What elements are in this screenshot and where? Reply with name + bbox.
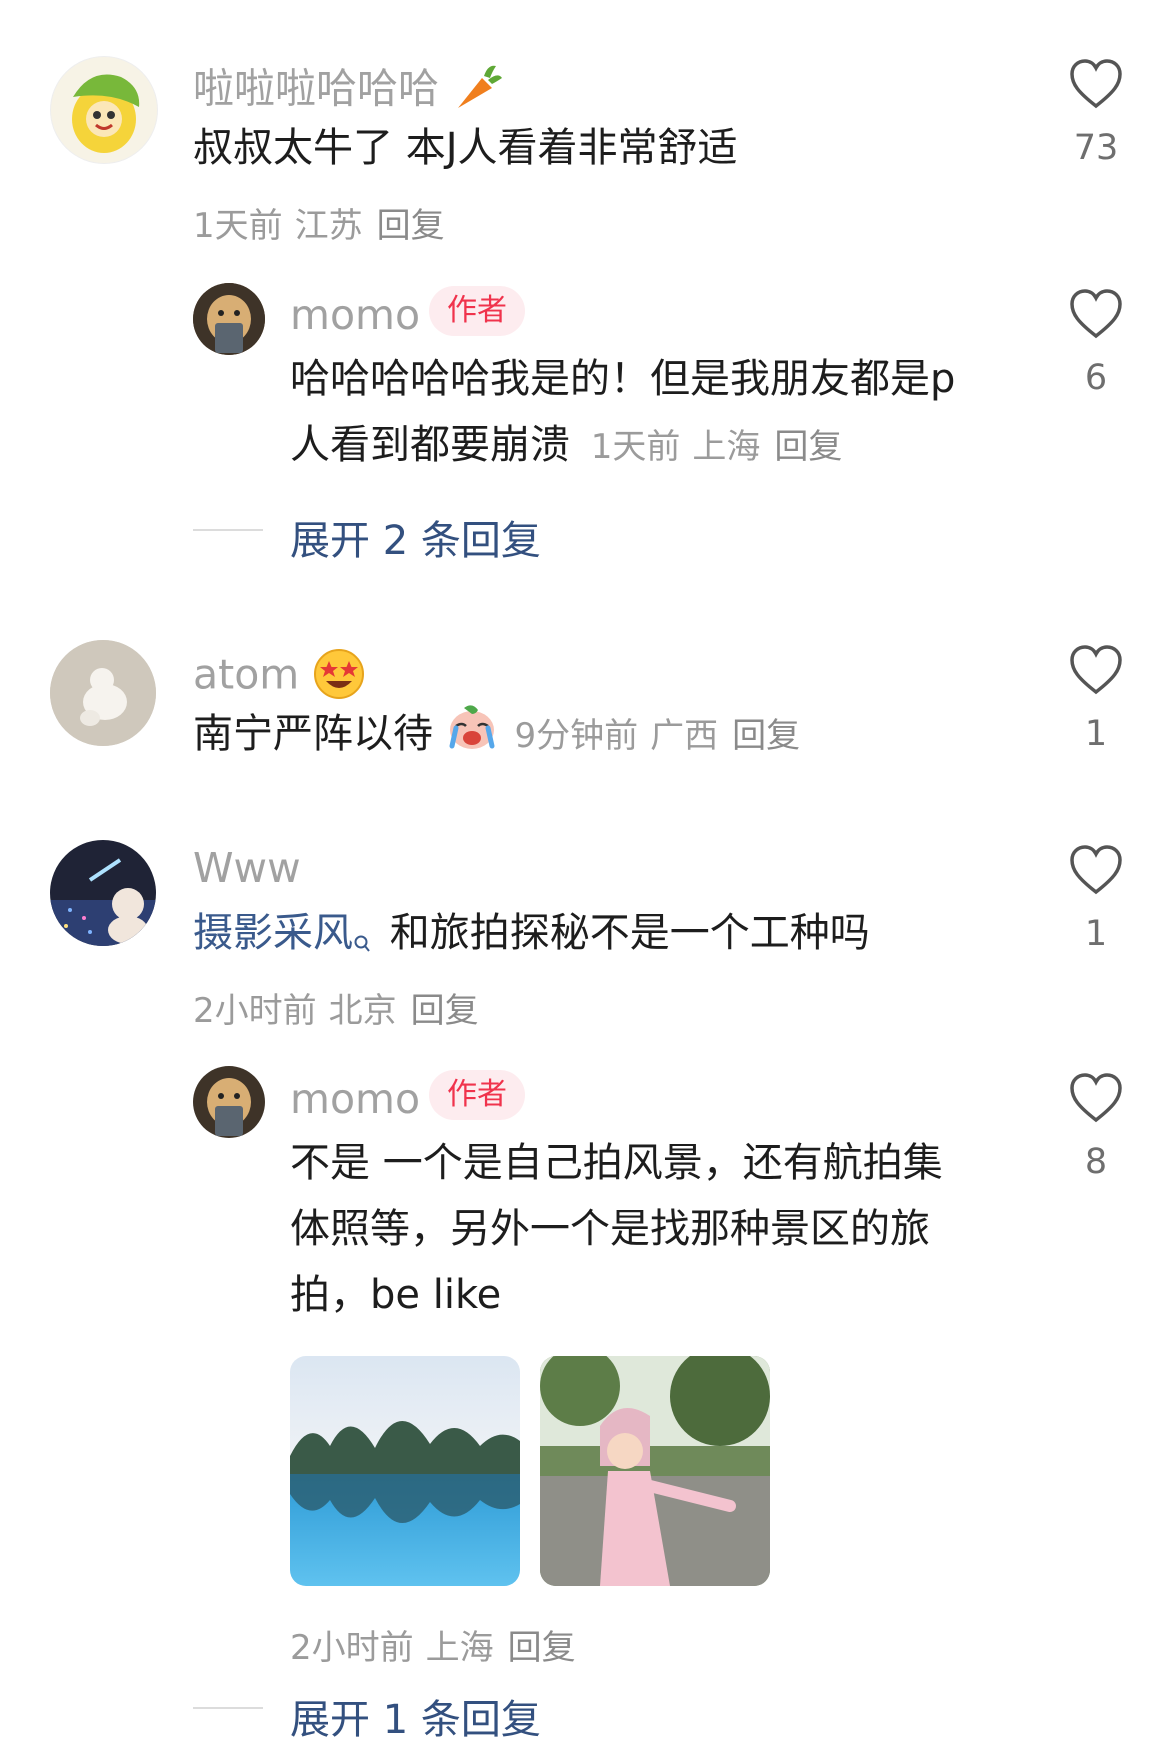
reply-text-line: 人看到都要崩溃 1天前 上海 回复 xyxy=(290,422,843,468)
avatar[interactable] xyxy=(193,283,265,355)
reply-username[interactable]: momo xyxy=(290,295,420,336)
reply-text-line: 拍，be like xyxy=(290,1272,502,1318)
like-button[interactable]: 6 xyxy=(1056,288,1136,398)
carrot-emoji xyxy=(452,62,504,121)
comment-location: 江苏 xyxy=(294,206,363,246)
reply-text-line: 体照等，另外一个是找那种景区的旅 xyxy=(290,1206,930,1252)
reply-button[interactable]: 回复 xyxy=(732,716,800,756)
like-button[interactable]: 1 xyxy=(1056,644,1136,754)
comment-time: 1天前 xyxy=(193,206,283,246)
comment-username[interactable]: 啦啦啦哈哈哈 xyxy=(193,62,504,121)
topic-link[interactable]: 摄影采风 xyxy=(193,910,371,956)
search-icon xyxy=(353,908,371,974)
reply-button[interactable]: 回复 xyxy=(774,427,842,467)
like-button[interactable]: 8 xyxy=(1056,1072,1136,1182)
reply-button[interactable]: 回复 xyxy=(411,991,479,1031)
divider-line xyxy=(193,529,263,531)
like-count: 73 xyxy=(1073,128,1119,168)
avatar[interactable] xyxy=(50,840,156,946)
comment-text: 南宁严阵以待 9分钟前 广西 回复 xyxy=(193,700,800,772)
avatar[interactable] xyxy=(50,640,156,746)
avatar[interactable] xyxy=(50,56,158,164)
author-badge: 作者 xyxy=(429,1070,525,1120)
comment-item: 啦啦啦哈哈哈 叔叔太牛了 本J人看着非常舒适 1天前 江苏 回复 73 momo 作… xyxy=(0,0,1170,600)
comment-text: 摄影采风 和旅拍探秘不是一个工种吗 xyxy=(193,900,870,974)
comment-text: 叔叔太牛了 本J人看着非常舒适 xyxy=(193,125,738,171)
comment-item: Www 摄影采风 和旅拍探秘不是一个工种吗 2小时前 北京 回复 1 momo 作者… xyxy=(0,820,1170,1743)
comment-meta: 2小时前 北京 回复 xyxy=(193,991,479,1031)
comment-meta: 1天前 江苏 回复 xyxy=(193,198,445,247)
photo-landscape-thumbnail[interactable] xyxy=(290,1356,520,1586)
star-struck-emoji xyxy=(312,647,366,708)
like-count: 1 xyxy=(1084,914,1108,954)
reply-text-line: 不是 一个是自己拍风景，还有航拍集 xyxy=(290,1140,943,1186)
like-button[interactable]: 1 xyxy=(1056,844,1136,954)
heart-outline-icon xyxy=(1070,845,1122,895)
reply-meta: 1天前 上海 回复 xyxy=(590,427,843,467)
expand-replies-button[interactable]: 展开 2 条回复 xyxy=(290,508,541,566)
photo-portrait-thumbnail[interactable] xyxy=(540,1356,770,1586)
like-count: 1 xyxy=(1084,714,1108,754)
comment-meta: 9分钟前 广西 回复 xyxy=(514,716,801,756)
expand-replies-button[interactable]: 展开 1 条回复 xyxy=(290,1687,541,1745)
reply-button[interactable]: 回复 xyxy=(508,1628,576,1668)
heart-outline-icon xyxy=(1070,645,1122,695)
heart-outline-icon xyxy=(1070,1073,1122,1123)
comment-username[interactable]: Www xyxy=(193,848,301,889)
like-count: 6 xyxy=(1084,358,1108,398)
like-button[interactable]: 73 xyxy=(1056,58,1136,168)
avatar[interactable] xyxy=(193,1066,265,1138)
reply-button[interactable]: 回复 xyxy=(377,206,445,246)
crying-emoji xyxy=(446,700,498,772)
heart-outline-icon xyxy=(1070,289,1122,339)
reply-meta: 2小时前 上海 回复 xyxy=(290,1628,576,1668)
comment-item: atom 南宁严阵以待 9分钟前 广西 回复 1 xyxy=(0,620,1170,800)
divider-line xyxy=(193,1707,263,1709)
heart-outline-icon xyxy=(1070,59,1122,109)
author-badge: 作者 xyxy=(429,286,525,336)
reply-text-line: 哈哈哈哈哈我是的！但是我朋友都是p xyxy=(290,356,956,402)
reply-username[interactable]: momo xyxy=(290,1079,420,1120)
comment-username[interactable]: atom xyxy=(193,647,366,708)
like-count: 8 xyxy=(1084,1142,1108,1182)
